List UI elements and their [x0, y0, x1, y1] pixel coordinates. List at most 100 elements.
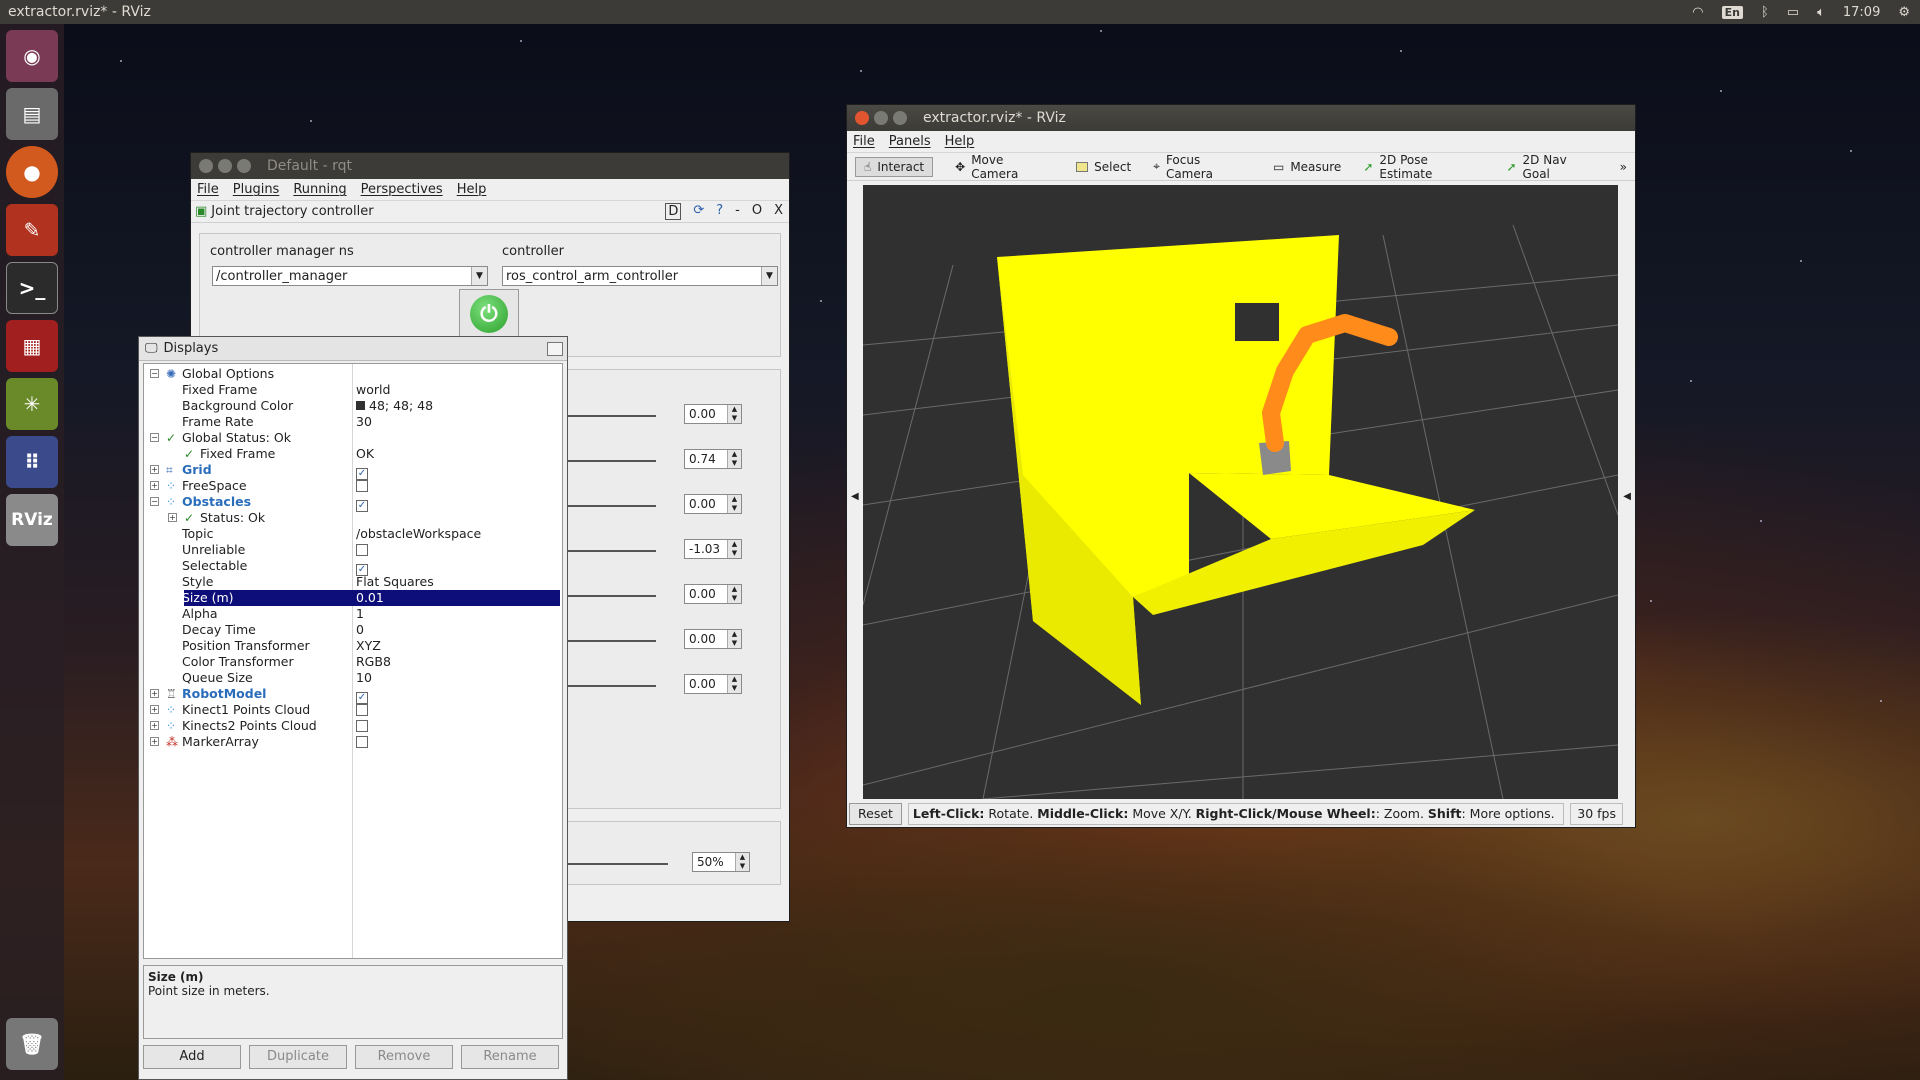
collapse-icon[interactable]: −	[150, 433, 159, 442]
menu-running[interactable]: Running	[293, 182, 346, 197]
expand-icon[interactable]: +	[150, 705, 159, 714]
expand-icon[interactable]: +	[168, 513, 177, 522]
keyboard-layout-indicator[interactable]: En	[1721, 5, 1743, 19]
bluetooth-icon[interactable]: ᛒ	[1761, 5, 1769, 20]
menu-help[interactable]: Help	[945, 134, 975, 149]
tree-row-unreliable[interactable]: Unreliable	[144, 542, 562, 558]
tool-measure[interactable]: ▭ Measure	[1273, 160, 1341, 174]
rviz-icon[interactable]: RViz	[6, 494, 58, 546]
tree-row-selectable[interactable]: Selectable ✓	[144, 558, 562, 576]
plugin-reload-icon[interactable]: ⟳	[693, 203, 704, 220]
tree-row-size-selected[interactable]: Size (m) 0.01	[144, 590, 562, 606]
undock-button[interactable]	[547, 341, 563, 356]
plugin-minimize-button[interactable]: -	[735, 203, 740, 220]
joint-spinbox[interactable]: 0.00 ▲ ▼	[684, 629, 742, 649]
tool-2d-nav-goal[interactable]: ➚ 2D Nav Goal	[1506, 153, 1597, 181]
maximize-icon[interactable]	[237, 159, 251, 173]
tree-row-background-color[interactable]: Background Color 48; 48; 48	[144, 398, 562, 414]
battery-icon[interactable]: ▭	[1787, 5, 1799, 20]
rename-button[interactable]: Rename	[461, 1045, 559, 1069]
tree-row-grid[interactable]: + ⌗ Grid ✓	[144, 462, 562, 480]
plugin-close-button[interactable]: X	[774, 203, 783, 220]
network-icon[interactable]: ✳	[6, 378, 58, 430]
right-dock-arrow-icon[interactable]: ◀	[1623, 491, 1631, 502]
kinect1-checkbox[interactable]	[356, 704, 368, 716]
cm-ns-combo[interactable]: /controller_manager ▼	[212, 266, 488, 286]
joint-spinbox[interactable]: 0.74 ▲ ▼	[684, 449, 742, 469]
toolbar-overflow-icon[interactable]: »	[1620, 160, 1627, 174]
tree-row-fixed-frame[interactable]: Fixed Frame world	[144, 382, 562, 398]
terminal-icon[interactable]: >_	[6, 262, 58, 314]
tool-select[interactable]: Select	[1076, 160, 1131, 174]
clock[interactable]: 17:09	[1843, 5, 1880, 20]
ubuntu-logo-icon[interactable]: ◉	[6, 30, 58, 82]
minimize-icon[interactable]	[874, 111, 888, 125]
menu-help[interactable]: Help	[457, 182, 487, 197]
tree-row-queue-size[interactable]: Queue Size 10	[144, 670, 562, 686]
joint-spinbox[interactable]: -1.03 ▲ ▼	[684, 539, 742, 559]
tree-row-fixed-frame-status[interactable]: ✓ Fixed Frame OK	[144, 446, 562, 462]
tree-row-robotmodel[interactable]: + ♖ RobotModel ✓	[144, 686, 562, 704]
joint-spinbox[interactable]: 0.00 ▲ ▼	[684, 584, 742, 604]
tree-row-position-transformer[interactable]: Position Transformer XYZ	[144, 638, 562, 654]
chevron-down-icon[interactable]: ▼	[471, 267, 487, 285]
3d-viewport[interactable]	[863, 185, 1618, 799]
tree-row-freespace[interactable]: + ⁘ FreeSpace	[144, 478, 562, 494]
joint-spinbox[interactable]: 0.00 ▲ ▼	[684, 674, 742, 694]
expand-icon[interactable]: +	[150, 737, 159, 746]
displays-titlebar[interactable]: 🖵︎ Displays	[139, 337, 567, 361]
plugin-dock-button[interactable]: D	[665, 203, 682, 220]
collapse-icon[interactable]: −	[150, 497, 159, 506]
remove-button[interactable]: Remove	[355, 1045, 453, 1069]
rviz-titlebar[interactable]: extractor.rviz* - RViz	[847, 105, 1635, 131]
expand-icon[interactable]: +	[150, 721, 159, 730]
trash-icon[interactable]: 🗑︎	[6, 1018, 58, 1070]
plugin-help-icon[interactable]: ?	[716, 203, 723, 220]
tree-row-alpha[interactable]: Alpha 1	[144, 606, 562, 622]
tree-row-kinect1[interactable]: + ⁘ Kinect1 Points Cloud	[144, 702, 562, 718]
tree-row-obstacles-status[interactable]: + ✓ Status: Ok	[144, 510, 562, 526]
controller-combo[interactable]: ros_control_arm_controller ▼	[502, 266, 778, 286]
tree-row-kinect2[interactable]: + ⁘ Kinects2 Points Cloud	[144, 718, 562, 734]
tree-row-global-options[interactable]: − ✺ Global Options	[144, 366, 562, 382]
freespace-checkbox[interactable]	[356, 480, 368, 492]
tree-row-decay-time[interactable]: Decay Time 0	[144, 622, 562, 638]
left-dock-arrow-icon[interactable]: ◀	[851, 491, 859, 502]
minimize-icon[interactable]	[218, 159, 232, 173]
expand-icon[interactable]: +	[150, 481, 159, 490]
reset-button[interactable]: Reset	[849, 803, 902, 825]
add-button[interactable]: Add	[143, 1045, 241, 1069]
menu-panels[interactable]: Panels	[889, 134, 931, 149]
tool-focus-camera[interactable]: ⌖ Focus Camera	[1153, 153, 1251, 181]
menu-perspectives[interactable]: Perspectives	[361, 182, 443, 197]
volume-icon[interactable]: 🔈︎	[1817, 5, 1825, 20]
speed-scaling-spinbox[interactable]: 50% ▲ ▼	[692, 852, 750, 872]
unreliable-checkbox[interactable]	[356, 544, 368, 556]
tree-row-topic[interactable]: Topic/obstacleWorkspace	[144, 526, 562, 542]
joint-spinbox[interactable]: 0.00 ▲ ▼	[684, 494, 742, 514]
rqt-titlebar[interactable]: Default - rqt	[191, 153, 789, 179]
kinect2-checkbox[interactable]	[356, 720, 368, 732]
markerarray-checkbox[interactable]	[356, 736, 368, 748]
duplicate-button[interactable]: Duplicate	[249, 1045, 347, 1069]
tree-row-obstacles[interactable]: − ⁘ Obstacles ✓	[144, 494, 562, 512]
gear-icon[interactable]: ⚙	[1898, 5, 1910, 20]
tree-row-global-status[interactable]: − ✓ Global Status: Ok	[144, 430, 562, 446]
menu-plugins[interactable]: Plugins	[233, 182, 280, 197]
close-icon[interactable]	[855, 111, 869, 125]
tool-interact[interactable]: ☝ Interact	[855, 156, 934, 177]
wifi-icon[interactable]: ◠	[1692, 5, 1703, 20]
firefox-icon[interactable]: ●	[6, 146, 58, 198]
menu-file[interactable]: File	[853, 134, 875, 149]
tree-row-markerarray[interactable]: + ⁂ MarkerArray	[144, 734, 562, 750]
close-icon[interactable]	[199, 159, 213, 173]
tree-row-color-transformer[interactable]: Color Transformer RGB8	[144, 654, 562, 670]
expand-icon[interactable]: +	[150, 465, 159, 474]
panel-icon[interactable]: ▦	[6, 320, 58, 372]
tree-row-style[interactable]: Style Flat Squares	[144, 574, 562, 590]
maximize-icon[interactable]	[893, 111, 907, 125]
expand-icon[interactable]: +	[150, 689, 159, 698]
settings-icon[interactable]: ✎	[6, 204, 58, 256]
tool-2d-pose-estimate[interactable]: ➚ 2D Pose Estimate	[1363, 153, 1484, 181]
joint-spinbox[interactable]: 0.00 ▲ ▼	[684, 404, 742, 424]
